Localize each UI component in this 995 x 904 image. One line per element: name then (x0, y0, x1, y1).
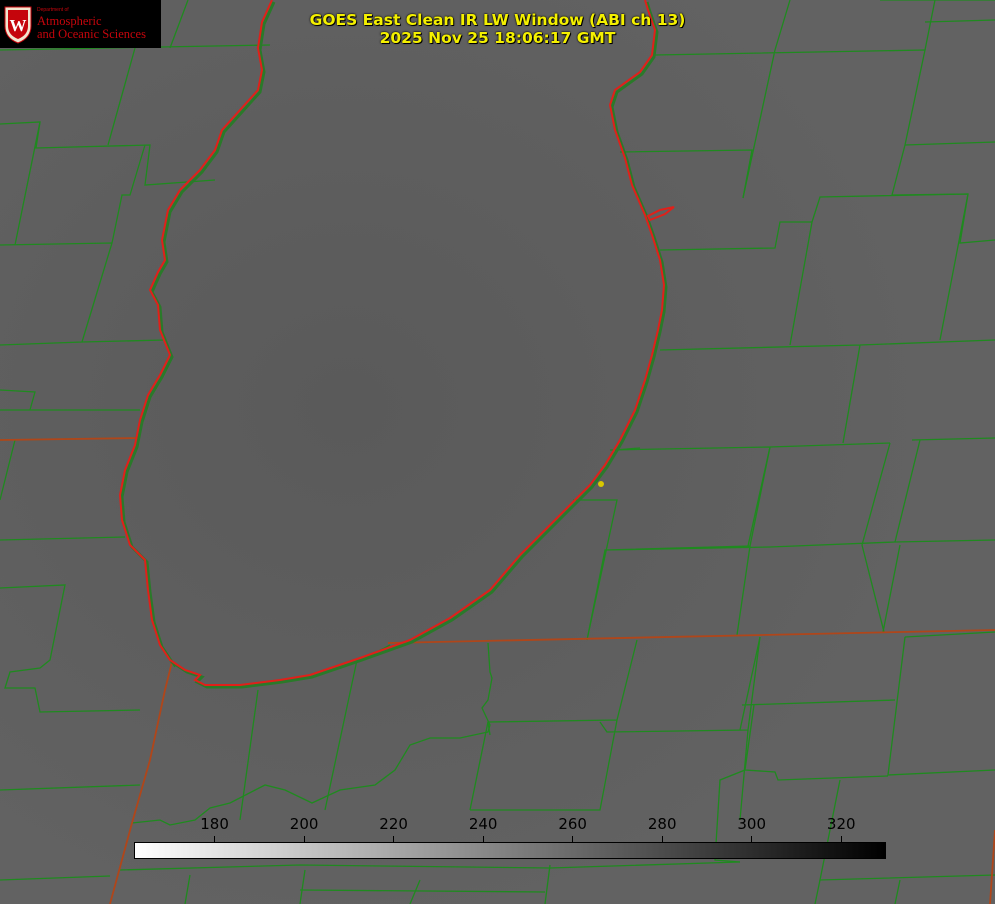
colorbar-tick (751, 836, 753, 842)
logo-line2: and Oceanic Sciences (37, 26, 146, 41)
colorbar-tick (572, 836, 574, 842)
colorbar-tick (393, 836, 395, 842)
svg-text:W: W (10, 16, 27, 35)
colorbar-tick (214, 836, 216, 842)
map-canvas (0, 0, 995, 904)
colorbar-tick-label: 260 (558, 815, 587, 833)
colorbar-tick-label: 180 (200, 815, 229, 833)
satellite-map: W Department of Atmospheric and Oceanic … (0, 0, 995, 904)
colorbar-tick (661, 836, 663, 842)
logo-line1: Atmospheric (37, 13, 102, 28)
logo-dept: Department of (37, 6, 69, 13)
colorbar-tick-label: 280 (647, 815, 677, 833)
colorbar (134, 842, 886, 859)
colorbar-tick (303, 836, 305, 842)
colorbar-tick-label: 200 (289, 815, 319, 833)
colorbar-tick-label: 320 (826, 815, 856, 833)
colorbar-tick (840, 836, 842, 842)
colorbar-tick-label: 220 (379, 815, 408, 833)
site-marker (598, 481, 604, 487)
colorbar-tick-label: 300 (737, 815, 767, 833)
colorbar-tick-label: 240 (468, 815, 498, 833)
colorbar-tick (482, 836, 484, 842)
uw-crest-icon: W (4, 6, 32, 44)
ir-background (0, 0, 995, 904)
aos-logo: W Department of Atmospheric and Oceanic … (0, 0, 161, 48)
